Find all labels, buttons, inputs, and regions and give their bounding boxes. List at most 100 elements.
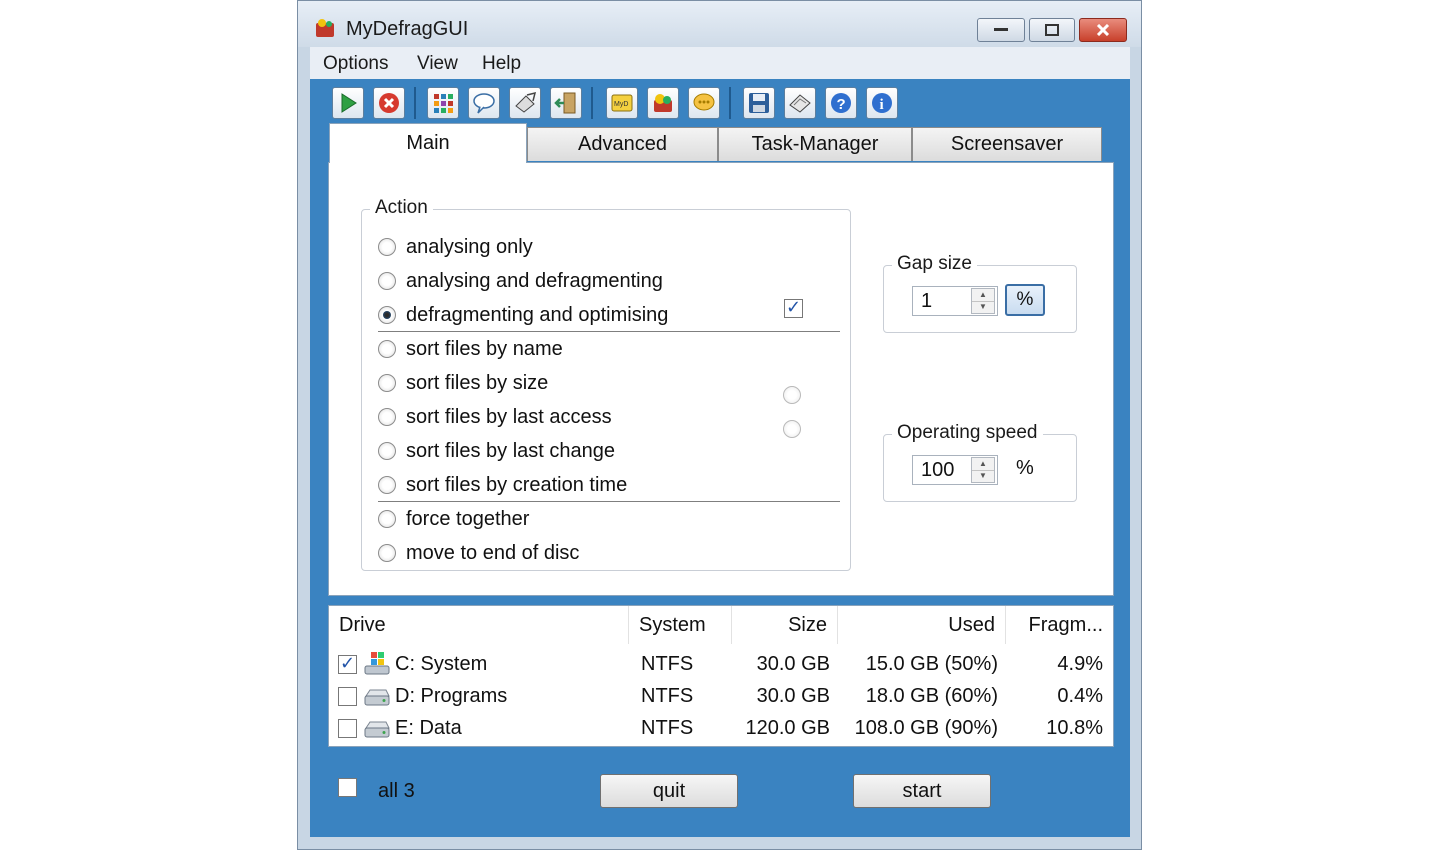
drive-name: D: Programs [395,684,508,707]
maximize-button[interactable] [1029,18,1075,42]
gap-size-value: 1 [921,290,933,312]
speech-bubble-button[interactable] [468,87,500,119]
spinner-buttons[interactable]: ▲ ▼ [971,457,995,483]
app-window: MyDefragGUI Options View Help MyD ? i Ma… [297,0,1142,850]
chat-icon [693,93,715,111]
radio-button[interactable] [378,476,396,494]
table-row[interactable]: D: Programs NTFS 30.0 GB 18.0 GB (60%) 0… [329,680,1113,712]
myd-button[interactable]: MyD [606,87,638,119]
option-label: force together [406,507,530,530]
spin-down-icon[interactable]: ▼ [972,301,994,313]
start-button[interactable]: start [853,774,991,808]
menu-bar: Options View Help [310,47,1130,80]
radio-button[interactable] [378,340,396,358]
drive-system: NTFS [641,652,694,675]
save-button[interactable] [743,87,775,119]
radio-button[interactable] [378,408,396,426]
radio-button-selected[interactable] [378,306,396,324]
grid-icon [434,94,453,113]
radio-button[interactable] [378,442,396,460]
radio-button[interactable] [378,238,396,256]
app-shortcut-button[interactable] [647,87,679,119]
option-sort-name[interactable]: sort files by name [378,336,563,362]
column-header-drive[interactable]: Drive [329,606,629,644]
column-header-size[interactable]: Size [732,606,838,644]
disk-edit-icon [515,91,537,113]
title-bar[interactable]: MyDefragGUI [298,1,1141,47]
drive-size: 30.0 GB [756,684,830,707]
svg-text:i: i [880,97,884,113]
menu-view[interactable]: View [417,53,458,75]
drive-list: Drive System Size Used Fragm... C: Syste… [328,605,1114,747]
tab-task-manager[interactable]: Task-Manager [718,127,912,161]
exit-door-icon [554,92,576,114]
optimise-checkbox[interactable] [784,297,803,318]
disk-edit-button[interactable] [509,87,541,119]
option-move-to-end[interactable]: move to end of disc [378,540,579,566]
radio-button[interactable] [378,374,396,392]
column-header-system[interactable]: System [629,606,732,644]
quit-button[interactable]: quit [600,774,738,808]
tab-screensaver[interactable]: Screensaver [912,127,1102,161]
tab-advanced[interactable]: Advanced [527,127,718,161]
table-row[interactable]: C: System NTFS 30.0 GB 15.0 GB (50%) 4.9… [329,648,1113,680]
radio-button[interactable] [378,510,396,528]
menu-help[interactable]: Help [482,53,521,75]
radio-button[interactable] [378,544,396,562]
all-drives-checkbox[interactable] [338,778,357,797]
operating-speed-group: Operating speed 100 ▲ ▼ % [883,422,1077,502]
action-group: Action analysing only analysing and defr… [361,197,851,571]
stop-button[interactable] [373,87,405,119]
client-area: MyD ? i Main Advanced Task-Manager Scree… [310,79,1130,837]
gap-size-spinner[interactable]: 1 ▲ ▼ [912,286,998,316]
save-icon [749,93,769,113]
option-sort-last-access[interactable]: sort files by last access [378,404,612,430]
sort-ascending-radio[interactable] [783,386,801,404]
option-analysing-defragmenting[interactable]: analysing and defragmenting [378,268,663,294]
close-icon [1080,19,1126,41]
spinner-buttons[interactable]: ▲ ▼ [971,288,995,314]
close-button[interactable] [1079,18,1127,42]
option-sort-last-change[interactable]: sort files by last change [378,438,615,464]
toolbar-separator [414,87,416,119]
drive-checkbox[interactable] [338,687,357,706]
option-label: sort files by name [406,337,563,360]
gap-unit-toggle[interactable]: % [1005,284,1045,316]
toolbar-separator [729,87,731,119]
exit-door-button[interactable] [550,87,582,119]
option-label: analysing and defragmenting [406,269,663,292]
spin-down-icon[interactable]: ▼ [972,470,994,482]
menu-options[interactable]: Options [323,53,388,75]
operating-speed-spinner[interactable]: 100 ▲ ▼ [912,455,998,485]
sort-descending-radio[interactable] [783,420,801,438]
operating-speed-value: 100 [921,459,955,481]
column-header-used[interactable]: Used [838,606,1006,644]
drive-fragmentation: 0.4% [1057,684,1103,707]
drive-system: NTFS [641,684,694,707]
disk-button[interactable] [784,87,816,119]
app-logo-icon [316,19,334,37]
table-row[interactable]: E: Data NTFS 120.0 GB 108.0 GB (90%) 10.… [329,712,1113,744]
minimize-icon [978,19,1024,41]
drive-name: E: Data [395,716,462,739]
operating-speed-legend: Operating speed [892,422,1043,444]
radio-button[interactable] [378,272,396,290]
minimize-button[interactable] [977,18,1025,42]
drive-checkbox[interactable] [338,653,357,674]
tab-main[interactable]: Main [329,123,527,163]
column-header-fragmentation[interactable]: Fragm... [1006,606,1113,644]
option-sort-size[interactable]: sort files by size [378,370,548,396]
grid-button[interactable] [427,87,459,119]
option-analysing-only[interactable]: analysing only [378,234,533,260]
info-button[interactable]: i [866,87,898,119]
option-defragmenting-optimising[interactable]: defragmenting and optimising [378,302,668,328]
drive-checkbox[interactable] [338,719,357,738]
chat-button[interactable] [688,87,720,119]
help-button[interactable]: ? [825,87,857,119]
option-sort-creation-time[interactable]: sort files by creation time [378,472,627,498]
option-force-together[interactable]: force together [378,506,529,532]
drive-system: NTFS [641,716,694,739]
maximize-icon [1030,19,1074,41]
play-button[interactable] [332,87,364,119]
drive-fragmentation: 4.9% [1057,652,1103,675]
